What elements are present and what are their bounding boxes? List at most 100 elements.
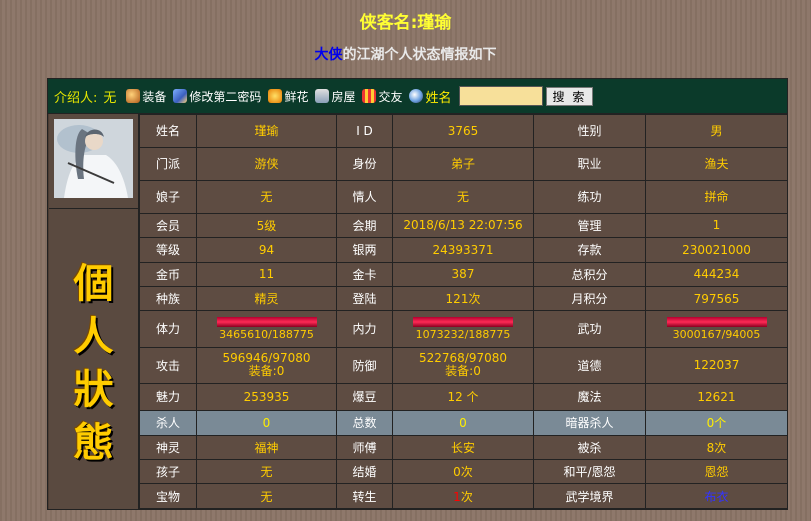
name-search-link[interactable]: 姓名 [409,87,452,106]
table-row: 体力 3465610/188775 内力 1073232/188775 武功 300016… [139,310,788,348]
field-value: 0 [392,410,534,436]
field-value: 94 [196,237,337,263]
house-icon [315,89,330,103]
stat-bar-cell: 1073232/188775 [392,310,534,348]
stat-bar-value: 3465610/188775 [219,327,314,341]
toolbar: 介绍人: 无 装备 修改第二密码 鲜花 房屋 交友 姓名 搜 索 [48,79,787,114]
field-label: 职业 [533,146,646,181]
table-row: 会员 5级 会期 2018/6/13 22:07:56 管理 1 [139,212,788,239]
field-label: 等级 [139,237,197,263]
field-value: 0次 [392,459,534,485]
page-subtitle: 大侠的江湖个人状态情报如下 [0,44,811,64]
field-label: 武学境界 [533,483,646,509]
field-value: 122037 [645,346,788,384]
field-value: 387 [392,261,534,287]
referrer-value: 无 [103,90,117,106]
field-label: 防御 [336,346,393,384]
field-value: 无 [392,179,534,214]
field-value: 12 个 [392,382,534,412]
subtitle-text: 的江湖个人状态情报如下 [342,47,497,63]
field-label: 金币 [139,261,197,287]
field-label: 暗器杀人 [533,410,646,436]
field-label: 师傅 [336,434,393,461]
field-label: 魅力 [139,382,197,412]
field-label: 金卡 [336,261,393,287]
flower-link[interactable]: 鲜花 [268,88,308,105]
field-label: 总数 [336,410,393,436]
field-label: 孩子 [139,459,197,485]
field-value: 11 [196,261,337,287]
table-row: 姓名 瑾瑜 I D 3765 性别男 [139,114,788,148]
field-value: 布衣 [645,483,788,509]
field-value: 253935 [196,382,337,412]
house-label: 房屋 [331,89,356,104]
gift-icon [362,89,377,103]
field-value: 444234 [645,261,788,287]
field-label: 体力 [139,310,197,348]
stat-bar-value: 1073232/188775 [415,327,511,341]
field-label: 被杀 [533,434,646,461]
field-value: 522768/97080 装备:0 [392,346,534,384]
table-row: 种族 精灵 登陆 121次 月积分 797565 [139,285,788,312]
subtitle-hero: 大侠 [314,47,343,63]
search-button[interactable]: 搜 索 [545,86,594,106]
field-label: I D [336,114,393,148]
name-search-label: 姓名 [425,90,452,106]
field-label: 结婚 [336,459,393,485]
field-value: 3765 [392,114,534,148]
personal-status-title: 個人狀態 [73,260,114,466]
stat-bar-value: 3000167/94005 [672,327,761,341]
field-label: 登陆 [336,285,393,312]
friends-link[interactable]: 交友 [362,88,402,105]
table-row: 门派 游侠 身份 弟子 职业 渔夫 [139,146,788,181]
field-value: 长安 [392,434,534,461]
field-value: 8次 [645,434,788,461]
field-label: 总积分 [533,261,646,287]
flower-label: 鲜花 [284,89,309,104]
personal-status-banner: 個人狀態 [49,209,139,509]
field-value: 无 [196,179,337,214]
equipment-link[interactable]: 装备 [126,88,166,105]
field-label: 银两 [336,237,393,263]
table-row: 金币 11 金卡 387 总积分 444234 [139,261,788,287]
field-label: 宝物 [139,483,197,509]
house-link[interactable]: 房屋 [315,88,355,105]
stat-bar-cell: 3465610/188775 [196,310,337,348]
table-row: 等级 94 银两 24393371 存款 230021000 [139,237,788,263]
field-value-line: 装备:0 [445,364,481,379]
field-value: 恩怨 [645,459,788,485]
table-row: 孩子无结婚 0次 和平/恩怨 恩怨 [139,459,788,485]
field-value: 0 [196,410,337,436]
field-label: 和平/恩怨 [533,459,646,485]
table-row: 魅力 253935 爆豆 12 个魔法 12621 [139,382,788,412]
field-value: 拼命 [645,179,788,214]
field-value: 1次 [392,483,534,509]
table-row: 宝物无转生 1次 武学境界 布衣 [139,483,788,509]
field-label: 道德 [533,346,646,384]
field-value: 无 [196,483,337,509]
friends-label: 交友 [378,89,403,104]
field-label: 姓名 [139,114,197,148]
field-label: 武功 [533,310,646,348]
field-value: 游侠 [196,146,337,181]
field-value: 0个 [645,410,788,436]
avatar-cell [49,114,139,209]
field-value: 230021000 [645,237,788,263]
field-label: 娘子 [139,179,197,214]
stat-bar-cell: 3000167/94005 [645,310,788,348]
field-value: 1 [645,212,788,239]
status-panel: 介绍人: 无 装备 修改第二密码 鲜花 房屋 交友 姓名 搜 索 個 人 狀 態… [47,78,788,510]
field-label: 内力 [336,310,393,348]
field-value: 男 [645,114,788,148]
stat-bar [216,316,317,327]
equipment-icon [126,89,141,103]
field-label: 魔法 [533,382,646,412]
field-label: 存款 [533,237,646,263]
search-input[interactable] [458,86,543,106]
page-title: 侠客名:瑾瑜 [359,13,452,33]
field-label: 性别 [533,114,646,148]
field-label: 情人 [336,179,393,214]
stat-bar [413,316,513,327]
field-value: 121次 [392,285,534,312]
change-password-link[interactable]: 修改第二密码 [173,88,261,105]
